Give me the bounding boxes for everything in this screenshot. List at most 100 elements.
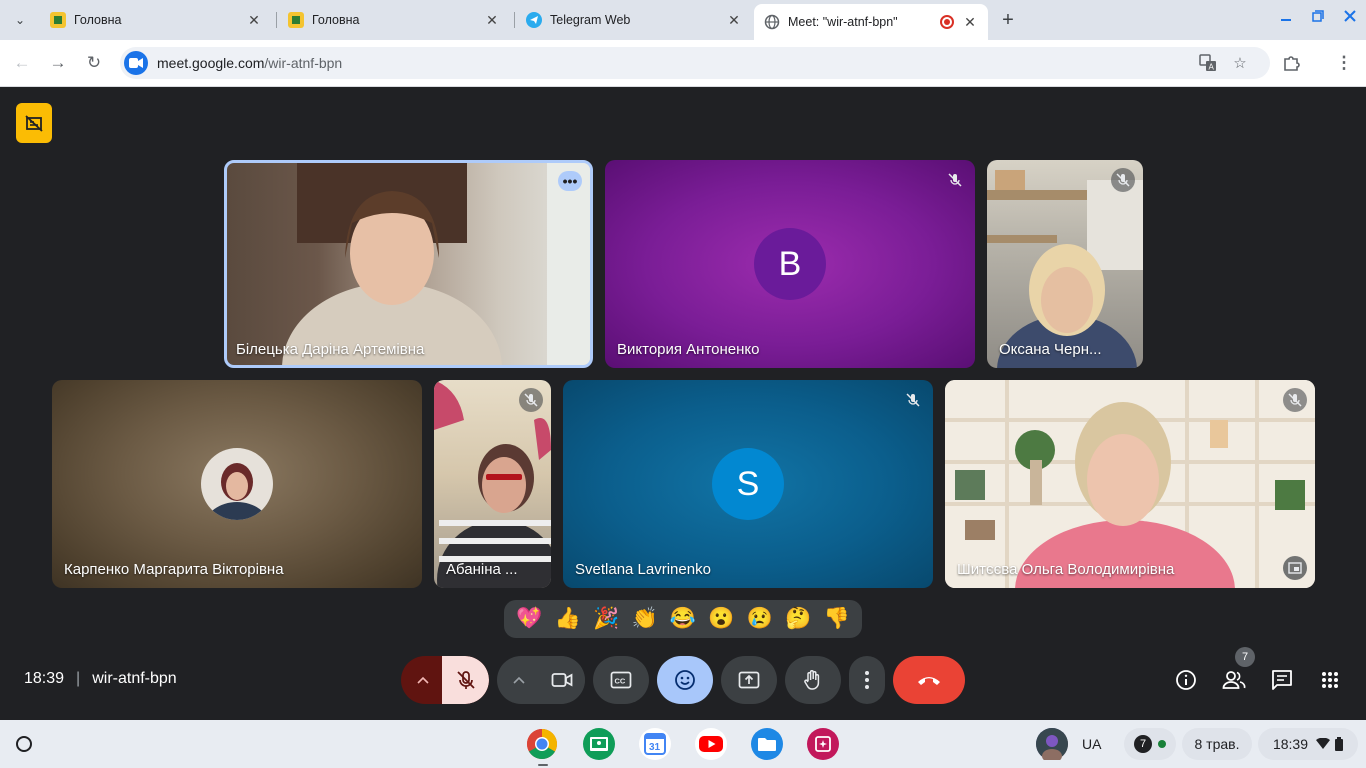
hang-up-icon	[918, 677, 940, 685]
chevron-up-icon	[417, 676, 429, 684]
participant-name: Оксана Черн...	[999, 341, 1102, 358]
participant-tile[interactable]: Шитєєва Ольга Володимирівна	[945, 380, 1315, 588]
telegram-icon	[526, 12, 542, 28]
close-icon[interactable]: ✕	[484, 12, 500, 28]
date-tray[interactable]: 8 трав.	[1182, 728, 1252, 760]
notification-count: 7	[1134, 735, 1152, 753]
people-button[interactable]	[1221, 667, 1247, 693]
participant-photo	[201, 448, 273, 520]
close-icon[interactable]: ✕	[726, 12, 742, 28]
battery-icon	[1335, 737, 1344, 751]
forward-button[interactable]: →	[46, 51, 70, 75]
participant-name: Svetlana Lavrinenko	[575, 561, 711, 578]
meeting-code: wir-atnf-bpn	[92, 670, 177, 687]
chat-button[interactable]	[1269, 667, 1295, 693]
reaction-sparkling-heart[interactable]: 💖	[513, 603, 545, 635]
reaction-clapping[interactable]: 👏	[629, 603, 661, 635]
svg-text:31: 31	[649, 742, 661, 753]
close-window-button[interactable]	[1344, 10, 1356, 25]
notification-tray[interactable]: 7	[1124, 728, 1176, 760]
microphone-toggle-button[interactable]	[442, 656, 489, 704]
classroom-app-icon[interactable]	[583, 728, 615, 760]
url-text: meet.google.com/wir-atnf-bpn	[157, 55, 342, 71]
smiley-icon	[675, 670, 695, 690]
participant-tile[interactable]: Оксана Черн...	[987, 160, 1143, 368]
minimize-button[interactable]	[1280, 10, 1292, 25]
captions-button[interactable]: CC	[593, 656, 649, 704]
more-options-button[interactable]: •••	[558, 171, 582, 191]
present-screen-button[interactable]	[721, 656, 777, 704]
translate-icon[interactable]: A	[1197, 52, 1219, 74]
reaction-party-popper[interactable]: 🎉	[590, 603, 622, 635]
camera-toggle-button[interactable]	[538, 656, 585, 704]
tab-strip: ⌄ Головна ✕ Головна ✕ Telegram Web ✕ Mee…	[0, 0, 1366, 40]
tab-title: Головна	[312, 13, 360, 27]
back-button[interactable]: ←	[10, 51, 34, 75]
reactions-bar: 💖 👍 🎉 👏 😂 😮 😢 🤔 👎	[504, 600, 862, 638]
close-icon[interactable]: ✕	[246, 12, 262, 28]
audio-settings-button[interactable]	[401, 656, 445, 704]
files-app-icon[interactable]	[751, 728, 783, 760]
reload-button[interactable]: ↻	[82, 51, 106, 75]
reload-icon: ↻	[86, 53, 102, 72]
reaction-surprised[interactable]: 😮	[705, 603, 737, 635]
launcher-icon[interactable]	[16, 736, 32, 752]
participant-avatar: В	[754, 228, 826, 300]
activities-button[interactable]	[1317, 667, 1343, 693]
video-settings-button[interactable]	[497, 656, 541, 704]
participant-tile[interactable]: S Svetlana Lavrinenko	[563, 380, 933, 588]
reaction-thumbs-up[interactable]: 👍	[552, 603, 584, 635]
meeting-info-button[interactable]	[1173, 667, 1199, 693]
reaction-tears-of-joy[interactable]: 😂	[667, 603, 699, 635]
tab-home-1[interactable]: Головна ✕	[40, 4, 272, 36]
tab-meet[interactable]: Meet: "wir-atnf-bpn" ✕	[754, 4, 988, 40]
reaction-thinking[interactable]: 🤔	[782, 603, 814, 635]
url-host: meet.google.com	[157, 55, 265, 71]
reaction-thumbs-down[interactable]: 👎	[821, 603, 853, 635]
tab-telegram[interactable]: Telegram Web ✕	[516, 4, 752, 36]
closed-captions-icon: CC	[610, 671, 632, 689]
more-horizontal-icon: •••	[562, 173, 578, 189]
system-tray[interactable]: 18:39	[1258, 728, 1358, 760]
mic-off-icon	[943, 168, 967, 192]
reaction-crying[interactable]: 😢	[744, 603, 776, 635]
browser-menu-button[interactable]: ⋮	[1332, 51, 1356, 75]
picture-in-picture-icon[interactable]	[1283, 556, 1307, 580]
bookmark-star-icon[interactable]: ☆	[1229, 52, 1251, 74]
chevron-down-icon: ⌄	[14, 13, 26, 27]
raise-hand-button[interactable]	[785, 656, 841, 704]
restore-button[interactable]	[1312, 10, 1324, 25]
address-bar[interactable]: meet.google.com/wir-atnf-bpn A ☆	[120, 47, 1270, 79]
participant-name: Абаніна ...	[446, 561, 518, 578]
wifi-icon	[1316, 738, 1331, 749]
tab-search-button[interactable]: ⌄	[8, 8, 32, 32]
participant-name: Шитєєва Ольга Володимирівна	[957, 561, 1175, 578]
mic-off-icon	[456, 671, 475, 689]
reactions-button[interactable]	[657, 656, 713, 704]
new-tab-button[interactable]: +	[996, 8, 1020, 32]
site-favicon-icon	[50, 12, 66, 28]
mic-off-icon	[519, 388, 543, 412]
close-icon[interactable]: ✕	[962, 14, 978, 30]
participant-tile[interactable]: Абаніна ...	[434, 380, 551, 588]
end-call-button[interactable]	[893, 656, 965, 704]
participant-avatar: S	[712, 448, 784, 520]
tab-home-2[interactable]: Головна ✕	[278, 4, 510, 36]
recording-indicator-button[interactable]	[16, 103, 52, 143]
svg-text:CC: CC	[615, 677, 626, 686]
participant-tile[interactable]: ••• Білецька Даріна Артемівна	[224, 160, 593, 368]
chrome-app-icon[interactable]	[526, 728, 558, 760]
more-options-button[interactable]	[849, 656, 885, 704]
extensions-button[interactable]	[1279, 51, 1303, 75]
mic-off-icon	[901, 388, 925, 412]
participant-tile[interactable]: В Виктория Антоненко	[605, 160, 975, 368]
mic-off-icon	[1283, 388, 1307, 412]
youtube-app-icon[interactable]	[695, 728, 727, 760]
participant-count-badge: 7	[1235, 647, 1255, 667]
participant-tile[interactable]: Карпенко Маргарита Вікторівна	[52, 380, 422, 588]
keyboard-layout-indicator[interactable]: UA	[1082, 736, 1101, 752]
calendar-app-icon[interactable]: 31	[639, 728, 671, 760]
people-icon	[1222, 671, 1246, 689]
canvas-app-icon[interactable]	[807, 728, 839, 760]
user-avatar[interactable]	[1036, 728, 1068, 760]
